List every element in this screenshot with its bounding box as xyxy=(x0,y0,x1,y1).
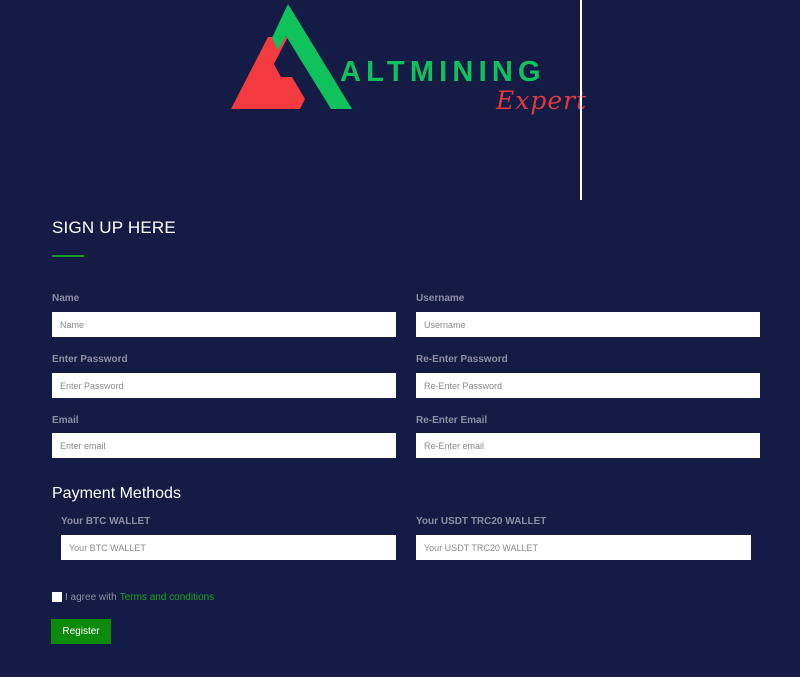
email-label: Email xyxy=(52,415,79,426)
brand-name: ALTMINING xyxy=(340,56,546,88)
password-confirm-label: Re-Enter Password xyxy=(416,354,508,365)
name-label: Name xyxy=(52,293,80,304)
agree-text: I agree with xyxy=(65,591,117,603)
page-title: SIGN UP HERE xyxy=(52,218,176,237)
email-input[interactable] xyxy=(52,433,396,458)
terms-link[interactable]: Terms and conditions xyxy=(120,592,215,603)
usdt-wallet-label: Your USDT TRC20 WALLET xyxy=(416,516,547,527)
register-button[interactable]: Register xyxy=(51,619,111,644)
btc-wallet-label: Your BTC WALLET xyxy=(61,516,151,527)
username-label: Username xyxy=(416,293,465,304)
password-label: Enter Password xyxy=(52,354,128,365)
payment-methods-title: Payment Methods xyxy=(52,485,181,502)
usdt-wallet-input[interactable] xyxy=(416,535,751,560)
password-input[interactable] xyxy=(52,373,396,398)
signup-page: ALTMINING Expert SIGN UP HERE Name Usern… xyxy=(0,0,800,677)
title-underline xyxy=(52,255,84,257)
terms-checkbox[interactable] xyxy=(52,592,62,602)
name-input[interactable] xyxy=(52,312,396,337)
logo-mark-icon xyxy=(231,4,352,109)
header-divider xyxy=(580,0,582,200)
email-confirm-label: Re-Enter Email xyxy=(416,415,488,426)
password-confirm-input[interactable] xyxy=(416,373,760,398)
username-input[interactable] xyxy=(416,312,760,337)
terms-agree-row: I agree with Terms and conditions xyxy=(52,590,214,604)
brand-logo: ALTMINING Expert xyxy=(228,0,588,125)
btc-wallet-input[interactable] xyxy=(61,535,396,560)
email-confirm-input[interactable] xyxy=(416,433,760,458)
brand-tagline: Expert xyxy=(496,86,588,115)
